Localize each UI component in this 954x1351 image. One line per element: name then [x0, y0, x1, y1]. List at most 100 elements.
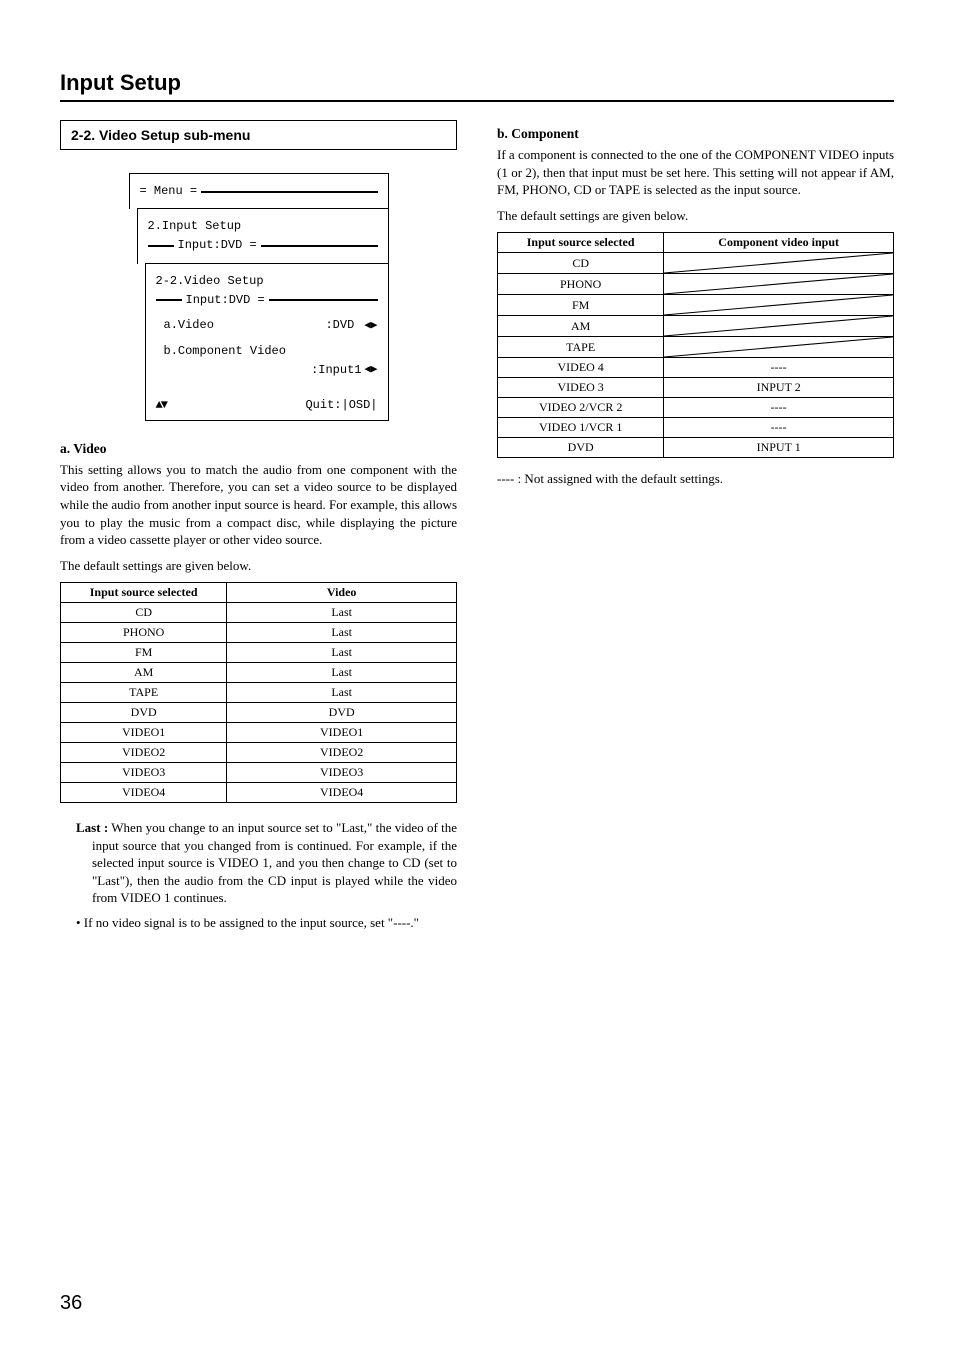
table-row: AM — [498, 316, 894, 337]
table-header: Input source selected — [498, 233, 664, 253]
table-cell: INPUT 1 — [664, 438, 894, 458]
table-cell: ---- — [664, 358, 894, 378]
last-definition: Last : When you change to an input sourc… — [76, 819, 457, 907]
menu-frame-mid: 2.Input Setup Input:DVD = — [137, 208, 389, 263]
table-cell: DVD — [498, 438, 664, 458]
subsection-b-body: If a component is connected to the one o… — [497, 146, 894, 199]
left-column: 2-2. Video Setup sub-menu = Menu = 2.Inp… — [60, 120, 457, 931]
table-cell: Last — [227, 683, 457, 703]
table-row: AMLast — [61, 663, 457, 683]
table-cell: FM — [61, 643, 227, 663]
menu-frame-inner: 2-2.Video Setup Input:DVD = a.Video :DVD… — [145, 263, 389, 421]
table-cell: VIDEO 2/VCR 2 — [498, 398, 664, 418]
menu-text: 2-2.Video Setup — [156, 272, 264, 291]
defaults-intro: The default settings are given below. — [60, 557, 457, 575]
table-row: VIDEO4VIDEO4 — [61, 783, 457, 803]
table-cell: ---- — [664, 418, 894, 438]
table-row: VIDEO2VIDEO2 — [61, 743, 457, 763]
table-row: DVDINPUT 1 — [498, 438, 894, 458]
table-row: VIDEO 2/VCR 2---- — [498, 398, 894, 418]
table-cell — [664, 253, 894, 274]
table-cell: Last — [227, 603, 457, 623]
table-cell: VIDEO3 — [227, 763, 457, 783]
table-cell — [664, 316, 894, 337]
last-text: When you change to an input source set t… — [92, 820, 457, 905]
table-cell: AM — [498, 316, 664, 337]
menu-text: Input:DVD — [178, 236, 243, 255]
page-number: 36 — [60, 1292, 82, 1315]
menu-value-a: :DVD — [325, 318, 354, 332]
menu-text: 2.Input Setup — [148, 217, 242, 236]
table-row: FMLast — [61, 643, 457, 663]
table-row: PHONO — [498, 274, 894, 295]
menu-item-b: b.Component Video — [156, 342, 286, 361]
table-cell: DVD — [227, 703, 457, 723]
table-cell — [664, 337, 894, 358]
table-row: VIDEO1VIDEO1 — [61, 723, 457, 743]
table-row: VIDEO3VIDEO3 — [61, 763, 457, 783]
table-cell: TAPE — [498, 337, 664, 358]
table-header: Component video input — [664, 233, 894, 253]
table-cell: CD — [498, 253, 664, 274]
table-row: VIDEO 4---- — [498, 358, 894, 378]
subsection-b-head: b. Component — [497, 126, 894, 142]
table-cell: VIDEO3 — [61, 763, 227, 783]
table-row: FM — [498, 295, 894, 316]
table-row: CD — [498, 253, 894, 274]
two-column-layout: 2-2. Video Setup sub-menu = Menu = 2.Inp… — [60, 120, 894, 931]
table-cell: Last — [227, 643, 457, 663]
table-cell: VIDEO1 — [227, 723, 457, 743]
menu-quit-text: Quit:|OSD| — [305, 398, 377, 412]
section-header: 2-2. Video Setup sub-menu — [60, 120, 457, 150]
table-cell: Last — [227, 663, 457, 683]
table-cell: CD — [61, 603, 227, 623]
up-down-icon: ▲▼ — [156, 398, 166, 412]
table-cell — [664, 295, 894, 316]
table-header: Video — [227, 583, 457, 603]
table-header: Input source selected — [61, 583, 227, 603]
table-cell: VIDEO1 — [61, 723, 227, 743]
osd-menu-diagram: = Menu = 2.Input Setup Input:DVD = — [129, 173, 389, 421]
last-label: Last : — [76, 820, 108, 835]
left-right-icon: ◀▶ — [362, 318, 378, 336]
left-right-icon: ◀▶ — [362, 362, 378, 380]
table-cell: VIDEO4 — [61, 783, 227, 803]
menu-text: Input:DVD — [186, 291, 251, 310]
table-cell: DVD — [61, 703, 227, 723]
subsection-a-head: a. Video — [60, 441, 457, 457]
table-row: CDLast — [61, 603, 457, 623]
table-cell: Last — [227, 623, 457, 643]
table-cell: AM — [61, 663, 227, 683]
legend-text: ---- : Not assigned with the default set… — [497, 470, 894, 488]
menu-value-b: :Input1 — [311, 361, 361, 380]
table-cell: VIDEO2 — [227, 743, 457, 763]
table-cell: FM — [498, 295, 664, 316]
right-column: b. Component If a component is connected… — [497, 120, 894, 931]
table-row: PHONOLast — [61, 623, 457, 643]
table-row: TAPELast — [61, 683, 457, 703]
table-row: VIDEO 3INPUT 2 — [498, 378, 894, 398]
component-defaults-table: Input source selected Component video in… — [497, 232, 894, 458]
table-row: DVDDVD — [61, 703, 457, 723]
table-cell: ---- — [664, 398, 894, 418]
page-title: Input Setup — [60, 70, 894, 102]
menu-item-a: a.Video — [156, 316, 214, 335]
table-cell: VIDEO 3 — [498, 378, 664, 398]
table-row: VIDEO 1/VCR 1---- — [498, 418, 894, 438]
defaults-intro-b: The default settings are given below. — [497, 207, 894, 225]
menu-text: = — [183, 182, 197, 201]
table-cell: INPUT 2 — [664, 378, 894, 398]
table-cell: TAPE — [61, 683, 227, 703]
table-cell: VIDEO2 — [61, 743, 227, 763]
table-cell: PHONO — [498, 274, 664, 295]
table-cell: VIDEO 4 — [498, 358, 664, 378]
menu-text: Menu — [154, 182, 183, 201]
table-cell: VIDEO4 — [227, 783, 457, 803]
table-cell — [664, 274, 894, 295]
bullet-note: • If no video signal is to be assigned t… — [76, 915, 457, 931]
menu-text: = — [140, 182, 154, 201]
table-cell: PHONO — [61, 623, 227, 643]
subsection-a-body: This setting allows you to match the aud… — [60, 461, 457, 549]
menu-frame-top: = Menu = — [129, 173, 389, 209]
definition-list: Last : When you change to an input sourc… — [60, 819, 457, 931]
